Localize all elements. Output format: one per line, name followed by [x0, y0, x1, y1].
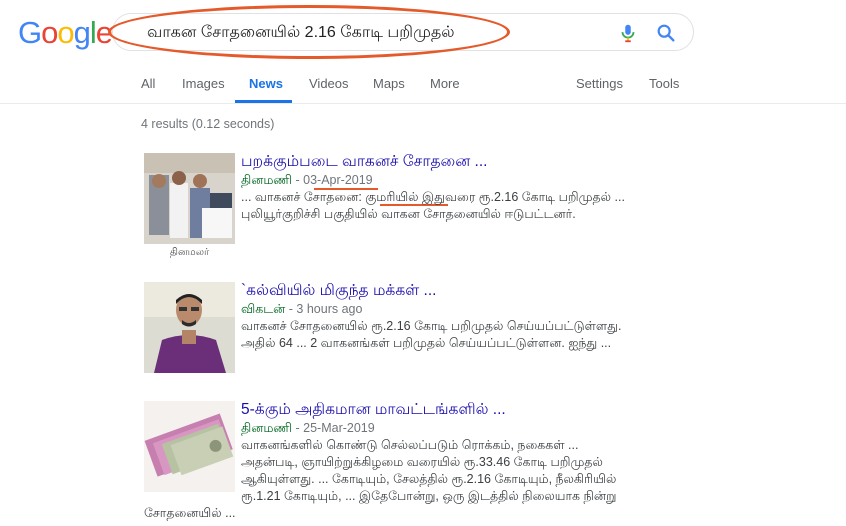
snippet-line: வாகனச் சோதனையில் ரூ.2.16 கோடி பறிமுதல் ச… [241, 319, 622, 333]
snippet-line: புலியூர்குறிச்சி பகுதியில் வாகன சோதனையில… [241, 207, 576, 221]
result-thumbnail[interactable] [144, 401, 235, 492]
result-source: தினமணி [241, 173, 293, 187]
logo-letter: G [18, 15, 42, 50]
microphone-icon[interactable] [617, 22, 639, 44]
tab-news[interactable]: News [249, 76, 283, 91]
result-date: 3 hours ago [296, 302, 363, 316]
result-snippet: வாகனங்களில் கொண்டு செல்லப்படும் ரொக்கம்,… [144, 437, 681, 522]
result-meta: விகடன் - 3 hours ago [241, 302, 362, 318]
result-thumbnail[interactable] [144, 153, 235, 244]
result-date: 25-Mar-2019 [303, 421, 375, 435]
tab-maps[interactable]: Maps [373, 76, 405, 91]
result-thumbnail[interactable] [144, 282, 235, 373]
tab-all[interactable]: All [141, 76, 155, 91]
search-tabs: All Images News Videos Maps More Setting… [0, 76, 846, 104]
result-date: 03-Apr-2019 [303, 173, 373, 187]
snippet-line: ஆகியுள்ளது. ... கோடியும், சேலத்தில் ரூ.2… [241, 472, 617, 486]
result-separator: - [295, 173, 304, 187]
result-snippet: வாகனச் சோதனையில் ரூ.2.16 கோடி பறிமுதல் ச… [241, 318, 681, 352]
search-icon[interactable] [655, 22, 677, 44]
result-snippet: ... வாகனச் சோதனை: குமரியில் இதுவரை ரூ.2.… [241, 189, 681, 223]
tab-more[interactable]: More [430, 76, 460, 91]
image-source-caption: தினமலர் [169, 247, 210, 258]
snippet-line: அதில் 64 ... 2 வாகனங்கள் பறிமுதல் செய்யப… [241, 336, 612, 350]
news-result: தினமலர் பறக்கும்படை வாகனச் சோதனை ... தின… [141, 153, 846, 263]
snippet-line: சோதனையில் ... [144, 506, 236, 520]
snippet-line: அதன்படி, ஞாயிற்றுக்கிழமை வரையில் ரூ.33.4… [241, 455, 603, 469]
tools-link[interactable]: Tools [649, 76, 679, 91]
result-source: தினமணி [241, 421, 293, 435]
logo-letter: g [73, 15, 91, 50]
snippet-line: வாகனங்களில் கொண்டு செல்லப்படும் ரொக்கம்,… [241, 438, 579, 452]
result-stats: 4 results (0.12 seconds) [141, 117, 275, 131]
result-source: விகடன் [241, 302, 286, 316]
result-title[interactable]: பறக்கும்படை வாகனச் சோதனை ... [241, 153, 487, 172]
red-highlight-ellipse [108, 5, 510, 59]
tab-images[interactable]: Images [182, 76, 225, 91]
news-result: `கல்வியில் மிகுந்த மக்கள் ... விகடன் - 3… [141, 282, 846, 377]
result-meta: தினமணி - 03-Apr-2019 [241, 173, 373, 189]
result-separator: - [295, 421, 304, 435]
header-divider [0, 103, 846, 104]
news-result: 5-க்கும் அதிகமான மாவட்டங்களில் ... தினமண… [141, 401, 846, 526]
snippet-line: ... வாகனச் சோதனை: குமரியில் இதுவரை ரூ.2.… [241, 190, 625, 204]
result-title[interactable]: `கல்வியில் மிகுந்த மக்கள் ... [241, 282, 436, 301]
google-logo[interactable]: Google [18, 15, 113, 51]
logo-letter: o [41, 15, 58, 50]
snippet-line: ரூ.1.21 கோடியும், ... இதேபோன்று, ஒரு இடத… [241, 489, 617, 503]
settings-link[interactable]: Settings [576, 76, 623, 91]
result-meta: தினமணி - 25-Mar-2019 [241, 421, 375, 437]
logo-letter: o [57, 15, 74, 50]
result-title[interactable]: 5-க்கும் அதிகமான மாவட்டங்களில் ... [241, 401, 506, 420]
tab-videos[interactable]: Videos [309, 76, 349, 91]
